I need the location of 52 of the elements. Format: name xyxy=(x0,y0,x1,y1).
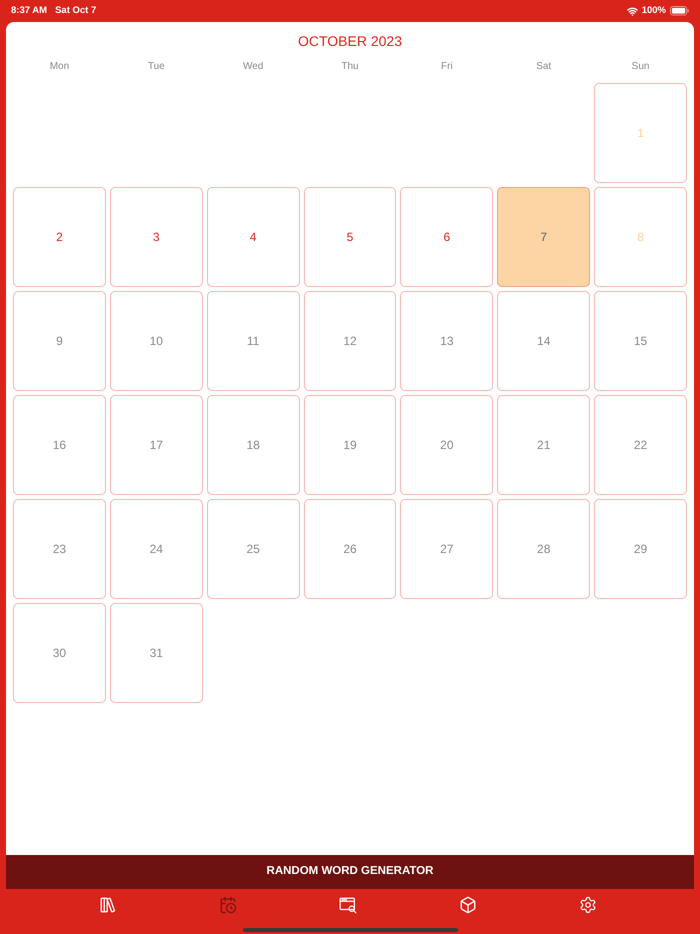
settings-tab[interactable] xyxy=(578,895,598,915)
day-cell[interactable]: 19 xyxy=(304,395,396,495)
day-cell[interactable]: 24 xyxy=(110,499,203,599)
browser-search-tab[interactable] xyxy=(338,895,358,915)
weekday-label: Tue xyxy=(148,60,165,73)
day-cell[interactable]: 30 xyxy=(13,603,106,703)
day-cell[interactable]: 10 xyxy=(110,291,203,391)
weekday-label: Sat xyxy=(536,60,552,73)
browser-search-icon xyxy=(339,896,357,914)
battery-percent: 100% xyxy=(642,4,666,18)
day-cell[interactable]: 28 xyxy=(497,499,590,599)
day-cell[interactable]: 17 xyxy=(110,395,203,495)
day-cell[interactable]: 18 xyxy=(206,395,300,495)
gear-icon xyxy=(579,896,597,914)
day-cell[interactable]: 27 xyxy=(400,499,494,599)
day-cell[interactable]: 25 xyxy=(206,499,300,599)
day-cell[interactable]: 31 xyxy=(110,603,203,703)
day-cell[interactable]: 9 xyxy=(13,291,106,391)
calendar-clock-icon xyxy=(219,896,237,914)
day-cell[interactable]: 2 xyxy=(13,187,106,287)
library-tab[interactable] xyxy=(98,895,118,915)
weekday-label: Wed xyxy=(242,60,264,73)
books-icon xyxy=(99,896,117,914)
day-cell[interactable]: 11 xyxy=(206,291,300,391)
day-cell[interactable]: 15 xyxy=(594,291,687,391)
day-cell[interactable]: 16 xyxy=(13,395,106,495)
weekday-label: Mon xyxy=(50,60,70,73)
day-cell[interactable]: 6 xyxy=(400,187,494,287)
day-cell[interactable]: 21 xyxy=(497,395,590,495)
day-cell[interactable]: 14 xyxy=(497,291,590,391)
day-cell[interactable]: 13 xyxy=(400,291,494,391)
cube-icon xyxy=(459,896,477,914)
day-cell[interactable]: 29 xyxy=(594,499,687,599)
day-cell[interactable]: 12 xyxy=(304,291,396,391)
month-title: OCTOBER 2023 xyxy=(298,32,402,51)
day-cell[interactable]: 26 xyxy=(304,499,396,599)
weekday-label: Sun xyxy=(632,60,650,73)
weekday-label: Fri xyxy=(441,60,453,73)
status-date: Sat Oct 7 xyxy=(55,4,96,18)
generator-button[interactable]: RANDOM WORD GENERATOR xyxy=(6,855,694,889)
day-cell[interactable]: 5 xyxy=(304,187,396,287)
day-cell[interactable]: 3 xyxy=(110,187,203,287)
day-cell[interactable]: 20 xyxy=(400,395,494,495)
cube-tab[interactable] xyxy=(458,895,478,915)
day-cell[interactable]: 22 xyxy=(594,395,687,495)
battery-icon xyxy=(670,6,689,16)
day-cell[interactable]: 7 xyxy=(497,187,590,287)
status-time: 8:37 AM xyxy=(11,4,48,18)
day-cell[interactable]: 23 xyxy=(13,499,106,599)
wifi-icon xyxy=(626,6,638,16)
day-cell[interactable]: 4 xyxy=(206,187,300,287)
weekday-label: Thu xyxy=(341,60,359,73)
